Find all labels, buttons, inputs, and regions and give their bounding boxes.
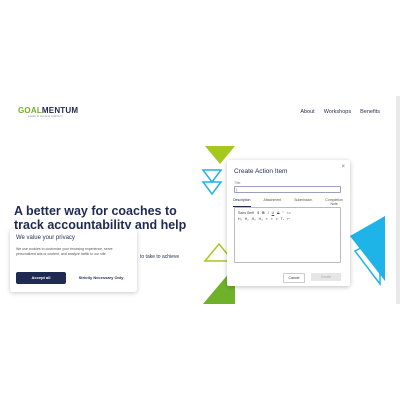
cookie-consent-banner: We value your privacy We use cookies to …: [10, 229, 137, 292]
tab-description[interactable]: Description: [233, 198, 251, 207]
cancel-button[interactable]: Cancel: [283, 273, 305, 283]
dialog-tabs: Description Attachment Submission Comple…: [233, 198, 343, 207]
title-label: Title: [234, 181, 241, 185]
description-editor[interactable]: Sans Serif $ B I U S ” <> H₁ H₂ H₃ H₄ ≡ …: [234, 207, 341, 263]
nav-workshops[interactable]: Workshops: [324, 109, 351, 115]
close-icon[interactable]: ×: [341, 164, 345, 170]
goalmentum-logo[interactable]: GOALMENTUM coach & student platform: [18, 106, 78, 118]
editor-toolbar: Sans Serif $ B I U S ” <> H₁ H₂ H₃ H₄ ≡ …: [238, 210, 338, 222]
bullet-list-icon[interactable]: ≡: [271, 216, 273, 222]
dialog-title: Create Action Item: [234, 168, 288, 175]
strictly-necessary-button[interactable]: Strictly Necessary Only: [72, 272, 130, 284]
hero-heading: A better way for coaches to track accoun…: [14, 204, 189, 232]
cookie-text: We use cookies to customize your browsin…: [16, 247, 113, 256]
bottom-blank-area: [0, 304, 400, 400]
scrollbar-track[interactable]: [396, 96, 400, 304]
ordered-list-icon[interactable]: ≡: [266, 216, 268, 222]
heading-3-icon[interactable]: H₃: [252, 216, 256, 222]
logo-mentum-text: MENTUM: [41, 106, 79, 115]
tab-attachment[interactable]: Attachment: [264, 198, 282, 207]
deco-cyan-outline-triangle-1: [201, 169, 223, 184]
website-page: GOALMENTUM coach & student platform Abou…: [0, 96, 400, 304]
link-icon[interactable]: ↵: [287, 216, 290, 222]
logo-goal-text: GOAL: [18, 106, 42, 115]
clear-format-icon[interactable]: Tₓ: [281, 216, 284, 222]
top-blank-area: [0, 0, 400, 96]
indent-icon[interactable]: ≡: [276, 216, 278, 222]
nav-benefits[interactable]: Benefits: [360, 109, 380, 115]
nav-about[interactable]: About: [300, 109, 314, 115]
tab-completion-note[interactable]: Completion Note: [325, 198, 343, 207]
create-action-item-dialog: Create Action Item × Title | Description…: [227, 160, 350, 286]
hero-subtext: to take to achieve: [140, 254, 180, 260]
cookie-title: We value your privacy: [16, 235, 75, 241]
deco-cyan-outline-triangle-2: [201, 181, 223, 196]
heading-1-icon[interactable]: H₁: [238, 216, 242, 222]
title-input[interactable]: |: [234, 186, 341, 193]
tab-submission[interactable]: Submission: [294, 198, 312, 207]
heading-4-icon[interactable]: H₄: [259, 216, 263, 222]
heading-2-icon[interactable]: H₂: [245, 216, 249, 222]
italic-icon[interactable]: I: [268, 210, 269, 216]
hero-line-1: A better way for coaches to: [14, 204, 177, 218]
top-nav: About Workshops Benefits: [300, 109, 380, 115]
toolbar-row-2: H₁ H₂ H₃ H₄ ≡ ≡ ≡ Tₓ ↵: [238, 216, 338, 222]
accept-all-button[interactable]: Accept all: [16, 272, 66, 284]
create-button[interactable]: Create: [311, 273, 341, 281]
logo-tagline: coach & student platform: [28, 115, 63, 118]
